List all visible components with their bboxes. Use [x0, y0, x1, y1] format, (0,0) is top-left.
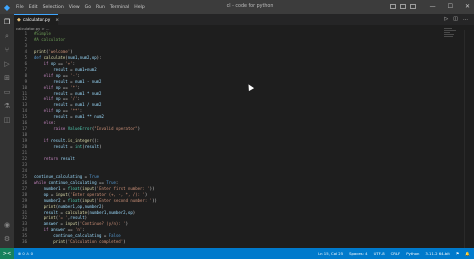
window-title: cl - code for python [226, 4, 274, 9]
line-number: 36 [22, 239, 27, 245]
menu-go[interactable]: Go [85, 5, 91, 10]
menu-terminal[interactable]: Terminal [110, 5, 129, 10]
window-controls: — ☐ ✕ [430, 3, 470, 11]
menu-run[interactable]: Run [96, 5, 105, 10]
remote-indicator-icon[interactable]: >< [0, 248, 14, 259]
accounts-icon[interactable]: ◉ [2, 220, 12, 230]
menu-help[interactable]: Help [134, 5, 144, 10]
menu-selection[interactable]: Selection [43, 5, 64, 10]
code-token: ) [123, 239, 126, 245]
menu-file[interactable]: File [16, 5, 24, 10]
title-bar: ◆ File Edit Selection View Go Run Termin… [0, 0, 474, 14]
code-token: print [34, 239, 66, 245]
menu-edit[interactable]: Edit [29, 5, 38, 10]
line-ending[interactable]: CRLF [391, 251, 401, 256]
code-token: 'Calculation completed' [67, 239, 124, 245]
code-text: print('Calculation completed') [34, 238, 126, 246]
status-bar: >< ⊗ 0 ⚠ 0 Ln 15, Col 25 Spaces: 4 UTF-8… [0, 248, 474, 259]
explorer-icon[interactable]: ❐ [2, 17, 12, 27]
problems-count[interactable]: ⊗ 0 ⚠ 0 [18, 251, 33, 256]
source-control-icon[interactable]: ⑂ [2, 45, 12, 55]
toggle-panel-icon[interactable] [400, 4, 406, 9]
tab-label: calculator.py [22, 17, 51, 23]
indentation[interactable]: Spaces: 4 [349, 251, 367, 256]
python-file-icon: ◆ [17, 17, 21, 23]
docker-icon[interactable]: ◫ [2, 115, 12, 125]
editor-actions: ▷ ◫ … [444, 16, 468, 22]
menu-bar: File Edit Selection View Go Run Terminal… [16, 5, 145, 10]
testing-icon[interactable]: ⚗ [2, 101, 12, 111]
language-mode[interactable]: Python [406, 251, 419, 256]
feedback-icon[interactable]: ⚑ [456, 251, 459, 256]
tab-calculator[interactable]: ◆ calculator.py × [14, 14, 59, 25]
close-window-button[interactable]: ✕ [465, 3, 470, 11]
remote-icon[interactable]: ▭ [2, 87, 12, 97]
python-interpreter[interactable]: 3.11.2 64-bit [425, 251, 449, 256]
code-line[interactable]: 36 print('Calculation completed') [14, 238, 434, 246]
menu-view[interactable]: View [69, 5, 80, 10]
notifications-icon[interactable]: 🔔 [465, 251, 470, 256]
minimize-button[interactable]: — [430, 3, 436, 11]
editor-tabs: ◆ calculator.py × [14, 14, 474, 25]
editor-scrollbar[interactable] [464, 30, 472, 248]
run-debug-icon[interactable]: ▷ [2, 59, 12, 69]
more-actions-icon[interactable]: … [463, 16, 468, 22]
split-editor-icon[interactable]: ◫ [453, 16, 458, 22]
code-editor[interactable]: 1 #Simple 2 #A calculator 3 4 print('welcome')… [14, 30, 444, 248]
minimap[interactable] [444, 27, 458, 47]
customize-layout-icon[interactable] [410, 4, 416, 9]
encoding[interactable]: UTF-8 [374, 251, 385, 256]
toggle-sidebar-icon[interactable] [390, 4, 396, 9]
run-file-icon[interactable]: ▷ [444, 16, 448, 22]
vscode-logo-icon: ◆ [3, 2, 11, 12]
activity-bar: ❐ ⌕ ⑂ ▷ ⊞ ▭ ⚗ ◫ ◉ ⚙ [0, 14, 14, 248]
cursor-position[interactable]: Ln 15, Col 25 [318, 251, 343, 256]
settings-icon[interactable]: ⚙ [2, 234, 12, 244]
search-icon[interactable]: ⌕ [2, 31, 12, 41]
extensions-icon[interactable]: ⊞ [2, 73, 12, 83]
tab-close-button[interactable]: × [55, 18, 59, 23]
layout-controls [390, 4, 416, 9]
maximize-button[interactable]: ☐ [448, 3, 453, 11]
